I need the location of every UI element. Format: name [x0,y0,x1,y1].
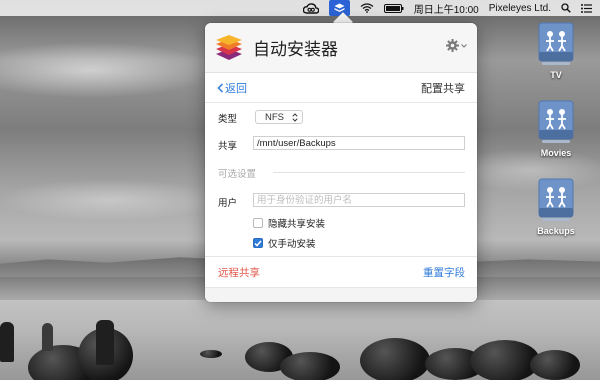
wallpaper-boulder [360,338,430,380]
type-label: 类型 [218,114,238,125]
username-input[interactable] [253,193,465,207]
popover-bottom-bar [205,287,477,302]
remote-share-button[interactable]: 远程共享 [218,265,260,280]
network-drive-icon [538,100,574,143]
battery-icon[interactable] [383,1,404,15]
chevron-down-icon [461,43,467,48]
optional-settings-heading: 可选设置 [218,169,257,180]
screen-title: 配置共享 [421,82,465,95]
desktop-drive-tv[interactable]: TV [526,22,586,80]
hide-share-label: 隐藏共享安装 [268,219,326,230]
wallpaper-boulder [200,350,222,358]
footer-divider [205,256,477,257]
manual-install-checkbox[interactable] [253,238,263,248]
creative-cloud-icon[interactable] [302,1,319,15]
navigation-bar: 返回 配置共享 [205,73,477,103]
checkmark-icon [254,240,262,247]
drive-label: TV [550,70,562,80]
share-path-input[interactable] [253,136,465,150]
menubar-clock[interactable]: 周日上午10:00 [414,1,479,16]
menubar-user-name[interactable]: Pixeleyes Ltd. [489,3,551,14]
wallpaper-person [42,323,53,351]
settings-menu-button[interactable] [446,39,467,52]
updown-chevron-icon [292,112,298,122]
share-type-select[interactable]: NFS [255,110,303,124]
network-drive-icon [538,22,574,65]
notification-list-icon[interactable] [581,1,592,15]
autoinstaller-popover: 自动安装器 返回 配置共享 类型 NFS 共享 /mnt/user/Backup… [205,23,477,302]
app-logo-stack-icon [216,34,242,60]
popover-header: 自动安装器 [205,23,477,73]
manual-install-option[interactable]: 仅手动安装 [253,236,316,250]
wallpaper-boulder [280,352,340,380]
wifi-icon[interactable] [360,1,374,15]
installer-app-icon[interactable] [328,0,350,16]
manual-install-label: 仅手动安装 [268,239,316,250]
chevron-left-icon [217,82,224,93]
section-divider [273,172,465,173]
hide-share-option[interactable]: 隐藏共享安装 [253,216,325,230]
network-drive-icon [538,178,574,221]
gear-icon [446,39,459,52]
back-button[interactable]: 返回 [217,80,247,96]
desktop-drive-movies[interactable]: Movies [526,100,586,158]
hide-share-checkbox[interactable] [253,218,263,228]
share-label: 共享 [218,141,238,152]
search-icon[interactable] [561,1,571,15]
drive-label: Movies [540,148,572,158]
wallpaper-boulder [470,340,540,380]
menu-bar: 周日上午10:00 Pixeleyes Ltd. [0,0,600,16]
app-title: 自动安装器 [253,40,338,60]
wallpaper-boulder [530,350,580,380]
reset-fields-button[interactable]: 重置字段 [423,265,465,280]
back-button-label: 返回 [225,82,247,95]
drive-label: Backups [537,226,575,236]
desktop-drive-backups[interactable]: Backups [526,178,586,236]
wallpaper-person [96,320,114,365]
share-type-value: NFS [265,111,284,123]
user-label: 用户 [218,198,238,209]
wallpaper-person [0,322,14,362]
